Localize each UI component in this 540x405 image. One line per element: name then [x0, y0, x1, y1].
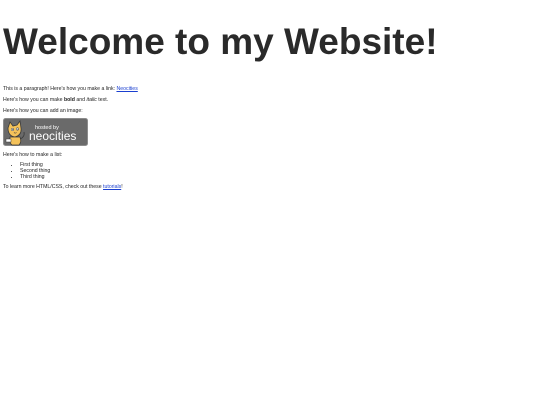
learn-more-exclamation: !: [121, 184, 123, 190]
formatting-paragraph: Here's how you can make bold and italic …: [3, 97, 537, 104]
learn-more-text: To learn more HTML/CSS, check out these: [3, 184, 104, 190]
formatting-text-end: text.: [96, 97, 109, 103]
learn-more-paragraph: To learn more HTML/CSS, check out these …: [3, 184, 537, 191]
formatting-text-middle: and: [74, 97, 87, 103]
tutorials-link[interactable]: tutorials: [103, 184, 121, 190]
image-paragraph: Here's how you can add an image:: [3, 108, 83, 114]
page-title: Welcome to my Website!: [3, 21, 438, 62]
italic-text: italic: [86, 97, 97, 103]
bold-text: bold: [63, 97, 75, 103]
list-paragraph: Here's how to make a list:: [3, 152, 63, 158]
formatting-text-start: Here's how you can make: [3, 97, 64, 103]
list-item: Third thing: [20, 174, 537, 180]
intro-paragraph: This is a paragraph! Here's how you make…: [3, 86, 537, 93]
hosted-by-neocities-badge[interactable]: hosted by neocities: [3, 118, 88, 146]
example-list: First thing Second thing Third thing: [3, 162, 537, 180]
page: Welcome to my Website! This is a paragra…: [0, 0, 540, 405]
neocities-link[interactable]: Neocities: [116, 86, 137, 92]
badge-brand-text: neocities: [29, 129, 76, 143]
intro-text: This is a paragraph! Here's how you make…: [3, 86, 117, 92]
